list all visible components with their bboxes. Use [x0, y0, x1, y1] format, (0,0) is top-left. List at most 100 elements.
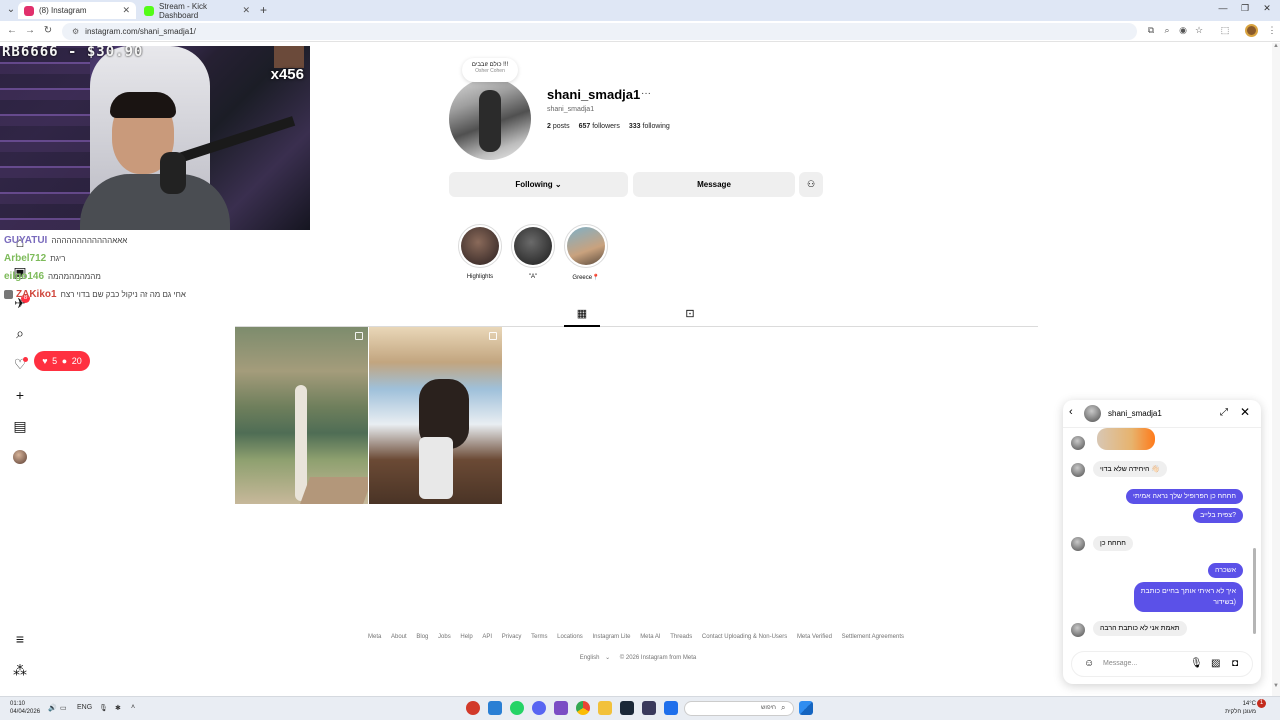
close-window-icon[interactable]: ✕ [1260, 3, 1274, 14]
app-icon-blue-2[interactable] [664, 701, 678, 715]
bookmark-star-icon[interactable]: ☆ [1193, 25, 1205, 36]
tab-close-icon[interactable]: ✕ [122, 5, 130, 16]
dm-back-icon[interactable]: ‹ [1069, 406, 1073, 418]
followers-stat[interactable]: 657 followers [579, 123, 620, 130]
following-stat[interactable]: 333 following [629, 123, 670, 130]
profile-avatar[interactable] [13, 450, 27, 464]
taskbar-clock[interactable]: 01:10 04/04/2026 [10, 700, 40, 716]
footer-link[interactable]: Locations [557, 634, 583, 640]
tab-close-icon[interactable]: ✕ [242, 5, 250, 16]
profile-stats: 2 posts 657 followers 333 following [547, 123, 670, 130]
search-icon[interactable]: ⌕ [10, 323, 30, 343]
site-info-icon[interactable]: ⚙ [72, 27, 79, 36]
chat-text: אאאהההההההההההה [51, 235, 128, 245]
notification-badge[interactable]: 1 [1257, 699, 1266, 708]
suggested-users-icon[interactable]: ⚇ [799, 172, 823, 197]
back-icon[interactable]: ← [6, 25, 18, 36]
maximize-icon[interactable]: ❐ [1238, 3, 1252, 14]
tab-search-icon[interactable]: ⌄ [4, 3, 18, 17]
tab-kick[interactable]: Stream - Kick Dashboard ✕ [138, 2, 256, 20]
discord-icon[interactable] [532, 701, 546, 715]
footer-link[interactable]: Instagram Lite [592, 634, 630, 640]
dm-username[interactable]: shani_smadja1 [1108, 409, 1162, 418]
steam-icon[interactable] [620, 701, 634, 715]
close-icon[interactable]: ✕ [1240, 405, 1250, 419]
tray-chevron-icon[interactable]: ˄ [131, 704, 135, 711]
weather-widget[interactable]: 14°C מעונן חלקית [1222, 700, 1256, 716]
windows-start-icon[interactable] [799, 701, 813, 715]
new-tab-icon[interactable]: + [260, 3, 267, 17]
mic-tray-icon[interactable]: 🎙 [99, 704, 108, 712]
extensions-icon[interactable]: ⬚ [1219, 25, 1231, 36]
profile-note[interactable]: כולם זובבים !!! Osher Cohen [462, 58, 518, 82]
dm-avatar[interactable] [1084, 405, 1101, 422]
footer-link[interactable]: Contact Uploading & Non-Users [702, 634, 787, 640]
reload-icon[interactable]: ↻ [42, 25, 54, 36]
message-input[interactable]: ☺ Message... 🎙 ▨ ◘ [1071, 651, 1253, 677]
profile-picture[interactable] [449, 78, 531, 160]
message-button[interactable]: Message [633, 172, 795, 197]
install-app-icon[interactable]: ⧉ [1145, 25, 1157, 36]
footer-link[interactable]: Meta Verified [797, 634, 832, 640]
post-thumbnail[interactable] [235, 327, 368, 504]
app-icon-purple[interactable] [554, 701, 568, 715]
sticker-icon[interactable]: ◘ [1232, 658, 1238, 669]
minimize-icon[interactable]: — [1216, 3, 1230, 13]
footer-link[interactable]: Meta AI [640, 634, 660, 640]
whatsapp-icon[interactable] [510, 701, 524, 715]
file-explorer-icon[interactable] [598, 701, 612, 715]
app-icon-blue[interactable] [488, 701, 502, 715]
footer-link[interactable]: Meta [368, 634, 381, 640]
footer-link[interactable]: Privacy [502, 634, 522, 640]
footer-link[interactable]: API [482, 634, 492, 640]
footer-link[interactable]: Blog [416, 634, 428, 640]
footer-link[interactable]: About [391, 634, 407, 640]
browser-profile-avatar[interactable] [1245, 24, 1258, 37]
story-highlight[interactable]: Greece📍 [564, 224, 608, 281]
tab-instagram[interactable]: (8) Instagram ✕ [18, 2, 136, 19]
chat-username: eilgo146 [4, 270, 45, 282]
footer-link[interactable]: Help [460, 634, 472, 640]
footer-link[interactable]: Jobs [438, 634, 451, 640]
footer-link[interactable]: Settlement Agreements [842, 634, 904, 640]
sender-avatar [1071, 537, 1085, 551]
chat-message: GUYATUI אאאהההההההההההה [4, 231, 304, 249]
story-highlight[interactable]: "A" [511, 224, 555, 280]
microphone-icon[interactable]: 🎙 [1190, 658, 1203, 669]
emoji-icon[interactable]: ☺ [1084, 658, 1094, 669]
footer-link[interactable]: Terms [531, 634, 547, 640]
dm-scrollbar[interactable] [1252, 430, 1257, 640]
scroll-up-icon[interactable]: ▲ [1272, 43, 1280, 49]
url-input[interactable]: ⚙ instagram.com/shani_smadja1/ [62, 23, 1137, 40]
dashboard-icon[interactable]: ▤ [10, 416, 30, 436]
windows-taskbar: 01:10 04/04/2026 🔊 ▭ ENG 🎙 ✱ ˄ חיפוש ⌕ 1… [0, 696, 1280, 720]
tagged-icon[interactable]: ⊡ [683, 307, 697, 321]
following-button[interactable]: Following ⌄ [449, 172, 628, 197]
create-icon[interactable]: + [10, 385, 30, 405]
expand-icon[interactable]: ⤢ [1220, 407, 1228, 418]
footer-link[interactable]: Threads [670, 634, 692, 640]
story-highlight[interactable]: Highlights [458, 224, 502, 280]
language-select[interactable]: English ⌄ [576, 655, 610, 661]
posts-grid-icon[interactable]: ▦ [575, 307, 589, 321]
chrome-icon[interactable] [576, 701, 590, 715]
active-tab-indicator [564, 325, 600, 327]
bluetooth-icon[interactable]: ✱ [115, 704, 121, 712]
page-scrollbar[interactable]: ▲ ▼ [1272, 43, 1280, 696]
post-thumbnail[interactable] [369, 327, 502, 504]
volume-icon[interactable]: 🔊 [48, 704, 57, 712]
image-icon[interactable]: ▨ [1211, 658, 1220, 669]
scroll-down-icon[interactable]: ▼ [1272, 683, 1280, 689]
search-icon: ⌕ [781, 703, 786, 712]
also-from-meta-icon[interactable]: ⁂ [10, 660, 30, 680]
browser-menu-icon[interactable]: ⋮ [1266, 25, 1278, 36]
language-indicator[interactable]: ENG [77, 704, 92, 711]
app-icon-red[interactable] [466, 701, 480, 715]
zoom-icon[interactable]: ⌕ [1161, 25, 1173, 36]
profile-options-icon[interactable]: ··· [641, 88, 651, 99]
network-icon[interactable]: ▭ [60, 704, 67, 712]
taskbar-search[interactable]: חיפוש ⌕ [684, 701, 794, 716]
app-icon-dark[interactable] [642, 701, 656, 715]
forward-icon[interactable]: → [24, 25, 36, 36]
eye-icon[interactable]: ◉ [1177, 25, 1189, 36]
